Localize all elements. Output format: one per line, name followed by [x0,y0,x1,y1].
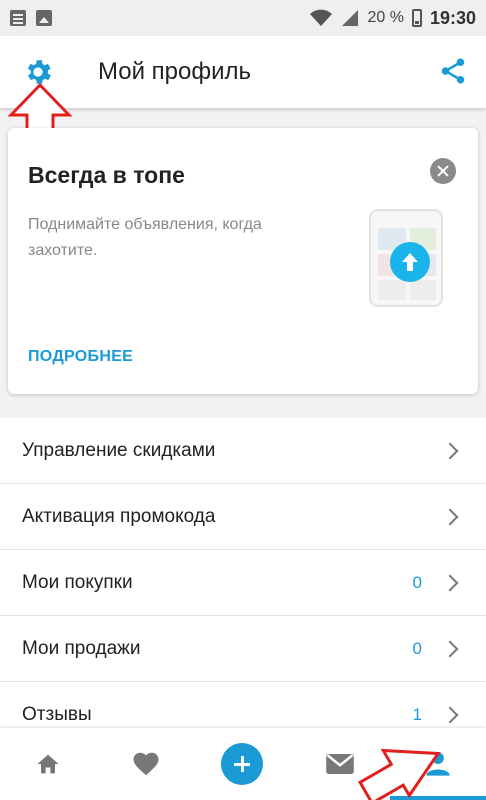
nav-favorites[interactable] [116,728,176,800]
clock: 19:30 [429,7,476,28]
promo-text: Поднимайте объявления, когда захотите. [28,216,262,259]
arrow-down-right-annotation-icon [358,748,441,800]
favorites-icon [133,752,159,776]
phone-illustration-icon [369,209,443,307]
app-bar: Мой профиль [0,36,486,108]
list-item-label: Активация промокода [22,505,216,527]
promo-title: Всегда в топе [28,162,185,188]
nav-home[interactable] [18,728,78,800]
promo-more-link[interactable]: ПОДРОБНЕЕ [28,348,133,366]
list-item-sales[interactable]: Мои продажи 0 [0,616,486,682]
list-item-discounts[interactable]: Управление скидками [0,418,486,484]
list-item-promocode[interactable]: Активация промокода [0,484,486,550]
battery-icon [411,9,422,27]
wifi-icon [310,9,333,26]
add-icon [221,743,263,785]
list-item-label: Управление скидками [22,439,216,461]
notes-icon [10,10,26,26]
gallery-icon [36,10,52,26]
chevron-right-icon [441,508,459,525]
list-item-count: 0 [412,638,422,658]
share-icon[interactable] [438,56,468,86]
list-item-label: Отзывы [22,703,92,725]
list-item-count: 0 [412,572,422,592]
list-item-label: Мои покупки [22,571,133,593]
battery-percent: 20 % [367,9,404,26]
list-item-purchases[interactable]: Мои покупки 0 [0,550,486,616]
page-title: Мой профиль [98,58,252,85]
chevron-right-icon [441,574,459,591]
chevron-right-icon [441,442,459,459]
profile-menu: Управление скидками Активация промокода … [0,418,486,748]
nav-add[interactable] [212,728,272,800]
status-bar: 20 % 19:30 [0,0,486,36]
signal-icon [342,10,359,26]
close-icon[interactable] [430,158,456,184]
home-icon [37,754,59,774]
promo-card: Всегда в топе Поднимайте объявления, ког… [8,128,478,394]
list-item-label: Мои продажи [22,637,141,659]
chevron-right-icon [441,640,459,657]
